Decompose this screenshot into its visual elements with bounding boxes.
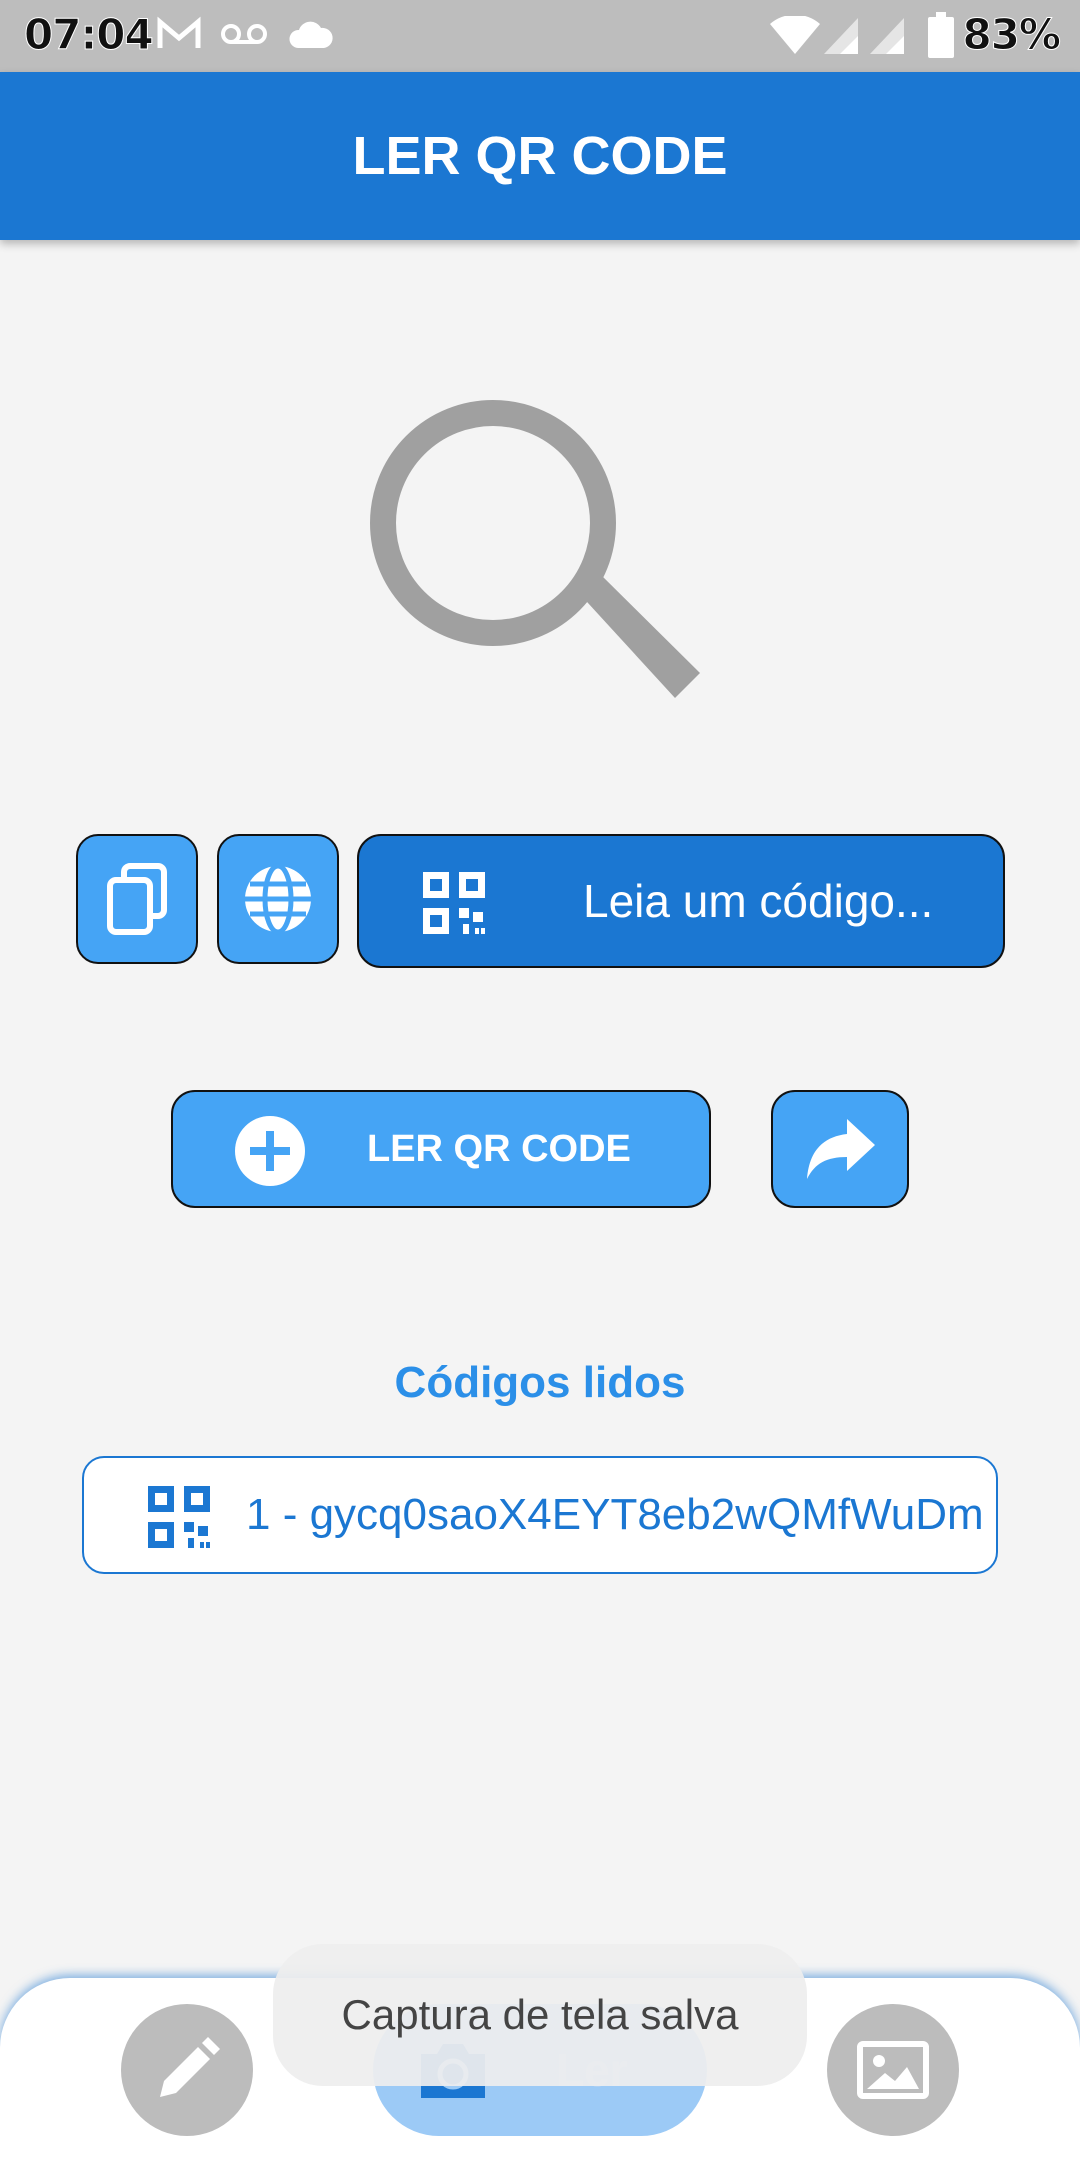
app-bar: LER QR CODE <box>0 72 1080 240</box>
nav-gallery-button[interactable] <box>827 2004 959 2136</box>
globe-icon <box>245 863 311 935</box>
copy-icon <box>107 863 167 935</box>
cloud-icon <box>289 21 333 48</box>
read-code-button[interactable]: Leia um código... <box>357 834 1005 968</box>
gmail-icon <box>157 16 201 48</box>
share-button[interactable] <box>771 1090 909 1208</box>
status-time: 07:04 <box>24 10 155 60</box>
toast-message: Captura de tela salva <box>273 1944 807 2086</box>
wifi-icon <box>770 16 820 54</box>
qr-code-icon <box>148 1486 210 1548</box>
scan-qr-label: LER QR CODE <box>367 1128 631 1170</box>
history-title: Códigos lidos <box>394 1358 686 1407</box>
search-icon <box>370 400 700 698</box>
battery-percent: 83% <box>962 10 1062 60</box>
qr-code-icon <box>423 872 485 934</box>
plus-circle-icon <box>235 1116 305 1186</box>
share-icon <box>807 1119 875 1179</box>
image-icon <box>857 2041 929 2099</box>
read-code-label: Leia um código... <box>583 875 934 927</box>
pencil-icon <box>160 2037 220 2097</box>
history-item[interactable]: 1 - gycq0saoX4EYT8eb2wQMfWuDm <box>82 1456 998 1574</box>
signal-icon <box>824 18 858 54</box>
web-button[interactable] <box>217 834 339 964</box>
battery-icon <box>928 12 954 58</box>
page-title: LER QR CODE <box>352 126 728 186</box>
history-item-text: 1 - gycq0saoX4EYT8eb2wQMfWuDm <box>246 1490 984 1539</box>
nav-edit-button[interactable] <box>121 2004 253 2136</box>
status-bar: 07:04 83% <box>0 0 1080 72</box>
scan-qr-button[interactable]: LER QR CODE <box>171 1090 711 1208</box>
signal-icon <box>870 18 904 54</box>
copy-button[interactable] <box>76 834 198 964</box>
voicemail-icon <box>221 24 267 44</box>
